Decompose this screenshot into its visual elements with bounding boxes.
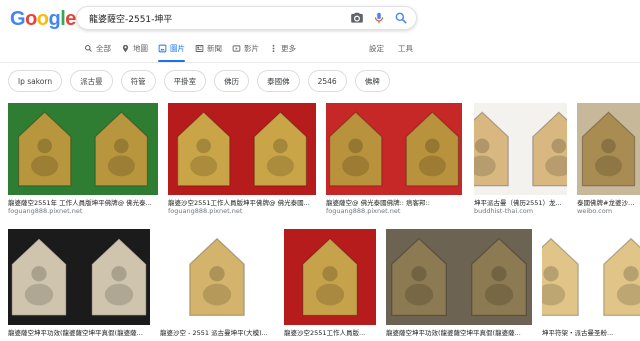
chip[interactable]: 佛历 — [214, 70, 250, 92]
image-results-row-2: 龍婆薩空坤平功效(龍婆薩空坤平真假(龍婆薩... 龍婆沙空 - 2551 派古曼… — [0, 229, 640, 341]
tab-images[interactable]: 圖片 — [158, 40, 185, 62]
image-result[interactable]: 龍婆沙空 - 2551 派古曼坤平(大模)... — [160, 229, 274, 337]
search-icon[interactable] — [394, 11, 408, 25]
result-caption[interactable]: 龍婆沙空 - 2551 派古曼坤平(大模)... — [160, 329, 274, 337]
amulet-image — [160, 229, 274, 325]
result-caption[interactable]: 龍婆薩空坤平功效(龍婆薩空坤平真假(龍婆薩... — [8, 329, 150, 337]
result-caption[interactable]: 坤平派古曼（佛历2551）龙... — [474, 199, 567, 207]
tab-news[interactable]: 新聞 — [195, 40, 222, 56]
amulet-image — [542, 229, 640, 325]
amulet-image — [8, 103, 158, 195]
result-caption[interactable]: 坤平符架・派古曼圣粉... — [542, 329, 640, 337]
chip[interactable]: 佛牌 — [354, 70, 390, 92]
image-results-row-1: 龍婆薩空2551年 工作人員版坤平佛牌@ 佛光泰... foguang888.p… — [0, 103, 640, 223]
camera-icon[interactable] — [350, 11, 364, 25]
result-source[interactable]: foguang888.pixnet.net — [326, 207, 462, 216]
chip[interactable]: 平掛室 — [163, 70, 207, 92]
search-input[interactable]: 龍婆薩空-2551-坤平 — [89, 12, 172, 25]
logo-letter: e — [65, 8, 76, 30]
image-result[interactable]: 龍婆薩空坤平功效(龍婆薩空坤平真假(龍婆薩... — [8, 229, 150, 337]
tab-label: 新聞 — [207, 43, 222, 53]
logo-letter: G — [10, 8, 26, 30]
amulet-image — [284, 229, 376, 325]
result-caption[interactable]: 龍婆沙空2551工作人員版... — [284, 329, 376, 337]
result-thumbnail[interactable] — [474, 103, 567, 195]
image-result[interactable]: 龍婆薩空2551年 工作人員版坤平佛牌@ 佛光泰... foguang888.p… — [8, 103, 158, 216]
result-thumbnail[interactable] — [542, 229, 640, 325]
result-caption[interactable]: 龍婆薩空@ 佛光泰國佛牌:: 痞客邦:: — [326, 199, 462, 207]
result-source[interactable]: foguang888.pixnet.net — [168, 207, 316, 216]
chip[interactable]: lp sakorn — [8, 70, 63, 92]
image-result[interactable]: 坤平符架・派古曼圣粉... — [542, 229, 640, 337]
result-caption[interactable]: 龍婆薩空2551年 工作人員版坤平佛牌@ 佛光泰... — [8, 199, 158, 207]
search-tabs: 全部 地圖 圖片 新聞 影片 更多 — [84, 40, 296, 62]
result-thumbnail[interactable] — [168, 103, 316, 195]
microphone-icon[interactable] — [372, 11, 386, 25]
image-icon — [158, 44, 167, 52]
image-result[interactable]: 龍婆薩空坤平功效(龍婆薩空坤平真假(龍婆薩... — [386, 229, 532, 337]
tab-label: 更多 — [281, 43, 296, 53]
image-result[interactable]: 龍婆薩空@ 佛光泰國佛牌:: 痞客邦:: foguang888.pixnet.n… — [326, 103, 462, 216]
result-thumbnail[interactable] — [160, 229, 274, 325]
tab-more[interactable]: 更多 — [269, 40, 296, 56]
search-icon — [85, 44, 92, 52]
tab-videos[interactable]: 影片 — [232, 40, 259, 56]
amulet-image — [474, 103, 567, 195]
result-caption[interactable]: 泰國佛牌#龙婆沙空2551 — [577, 199, 640, 207]
result-thumbnail[interactable] — [284, 229, 376, 325]
result-thumbnail[interactable] — [8, 103, 158, 195]
result-thumbnail[interactable] — [577, 103, 640, 195]
result-source[interactable]: buddhist-thai.com — [474, 207, 567, 216]
search-box[interactable]: 龍婆薩空-2551-坤平 — [76, 6, 417, 30]
image-result[interactable]: 泰國佛牌#龙婆沙空2551 weibo.com — [577, 103, 640, 216]
image-result[interactable]: 坤平派古曼（佛历2551）龙... buddhist-thai.com — [474, 103, 567, 216]
related-chips: lp sakorn 派古曼 符管 平掛室 佛历 泰國佛 2546 佛牌 — [8, 70, 390, 92]
logo-letter: o — [25, 8, 37, 30]
header-divider — [0, 62, 640, 63]
tab-all[interactable]: 全部 — [84, 40, 111, 56]
chip[interactable]: 2546 — [307, 70, 347, 92]
result-thumbnail[interactable] — [8, 229, 150, 325]
settings-link[interactable]: 設定 — [369, 43, 384, 54]
chip[interactable]: 派古曼 — [70, 70, 113, 92]
amulet-image — [577, 103, 640, 195]
chip[interactable]: 符管 — [120, 70, 156, 92]
tab-label: 影片 — [244, 43, 259, 53]
tools-link[interactable]: 工具 — [398, 43, 413, 54]
map-pin-icon — [122, 44, 129, 52]
tab-label: 全部 — [96, 43, 111, 53]
amulet-image — [386, 229, 532, 325]
result-thumbnail[interactable] — [326, 103, 462, 195]
amulet-image — [8, 229, 150, 325]
google-logo[interactable]: Google — [10, 8, 76, 31]
logo-letter: o — [36, 8, 49, 30]
more-dots-icon — [272, 44, 275, 52]
logo-letter: g — [48, 8, 61, 30]
amulet-image — [326, 103, 462, 195]
result-caption[interactable]: 龍婆沙空2551工作人員版坤平佛牌@ 佛光泰國... — [168, 199, 316, 207]
image-result[interactable]: 龍婆沙空2551工作人員版... — [284, 229, 376, 337]
chip[interactable]: 泰國佛 — [257, 70, 300, 92]
image-result[interactable]: 龍婆沙空2551工作人員版坤平佛牌@ 佛光泰國... foguang888.pi… — [168, 103, 316, 216]
result-thumbnail[interactable] — [386, 229, 532, 325]
tab-label: 地圖 — [133, 43, 148, 53]
tab-label: 圖片 — [170, 43, 185, 53]
news-icon — [195, 44, 204, 52]
result-source[interactable]: foguang888.pixnet.net — [8, 207, 158, 216]
tab-maps[interactable]: 地圖 — [121, 40, 148, 56]
video-icon — [232, 44, 241, 52]
result-caption[interactable]: 龍婆薩空坤平功效(龍婆薩空坤平真假(龍婆薩... — [386, 329, 532, 337]
amulet-image — [168, 103, 316, 195]
result-source[interactable]: weibo.com — [577, 207, 640, 216]
